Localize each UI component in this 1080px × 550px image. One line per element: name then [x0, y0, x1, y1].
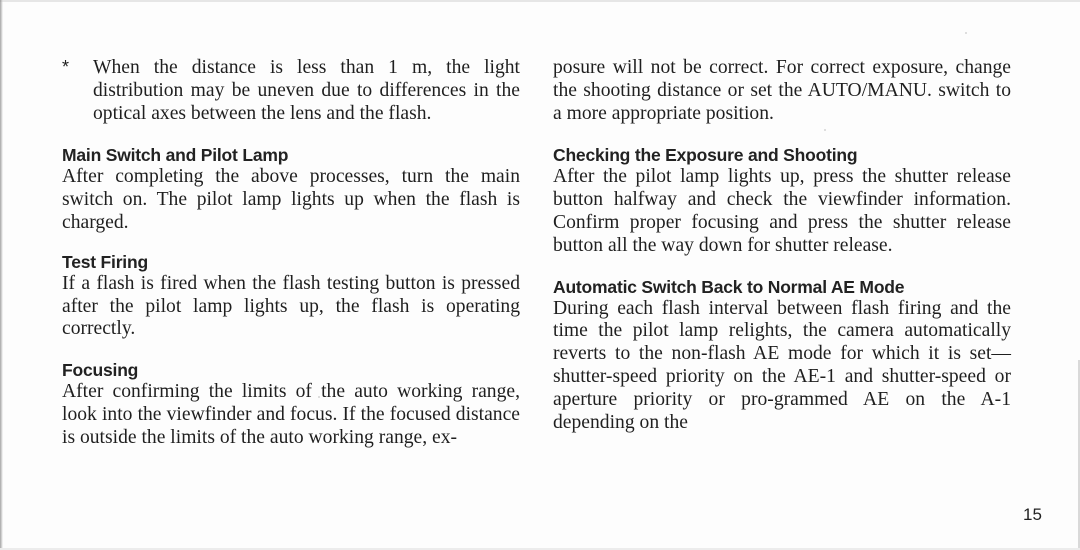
page-edge-top [0, 0, 1080, 2]
section-heading: Test Firing [62, 251, 148, 272]
section-body: After completing the above processes, tu… [62, 166, 520, 233]
right-column: posure will not be correct. For correct … [553, 57, 1011, 434]
section-body: After confirming the limits of the auto … [62, 381, 520, 448]
continuation-text: posure will not be correct. For correct … [553, 57, 1011, 124]
footnote-text: When the distance is less than 1 m, the … [93, 57, 520, 124]
section-auto-switch-back: Automatic Switch Back to Normal AE Mode … [553, 277, 1011, 435]
section-heading: Main Switch and Pilot Lamp [62, 145, 289, 166]
section-body: During each flash interval between flash… [553, 297, 1011, 433]
manual-page: * When the distance is less than 1 m, th… [0, 0, 1080, 550]
left-column: * When the distance is less than 1 m, th… [62, 57, 520, 450]
section-main-switch: Main Switch and Pilot Lamp After complet… [62, 145, 520, 234]
section-heading: Focusing [62, 360, 139, 381]
page-number: 15 [1023, 505, 1042, 524]
section-body: After the pilot lamp lights up, press th… [553, 166, 1011, 256]
section-heading: Automatic Switch Back to Normal AE Mode [553, 276, 905, 297]
section-body: If a flash is fired when the flash testi… [62, 272, 520, 340]
section-focusing: Focusing After confirming the limits of … [62, 360, 520, 449]
page-edge-left [0, 0, 3, 550]
section-test-firing: Test Firing If a flash is fired when the… [62, 252, 520, 341]
section-checking-exposure: Checking the Exposure and Shooting After… [553, 145, 1011, 257]
section-heading: Checking the Exposure and Shooting [553, 145, 858, 166]
footnote-asterisk: * [62, 57, 70, 77]
paper-speck [965, 32, 967, 34]
footnote: * When the distance is less than 1 m, th… [62, 57, 520, 125]
